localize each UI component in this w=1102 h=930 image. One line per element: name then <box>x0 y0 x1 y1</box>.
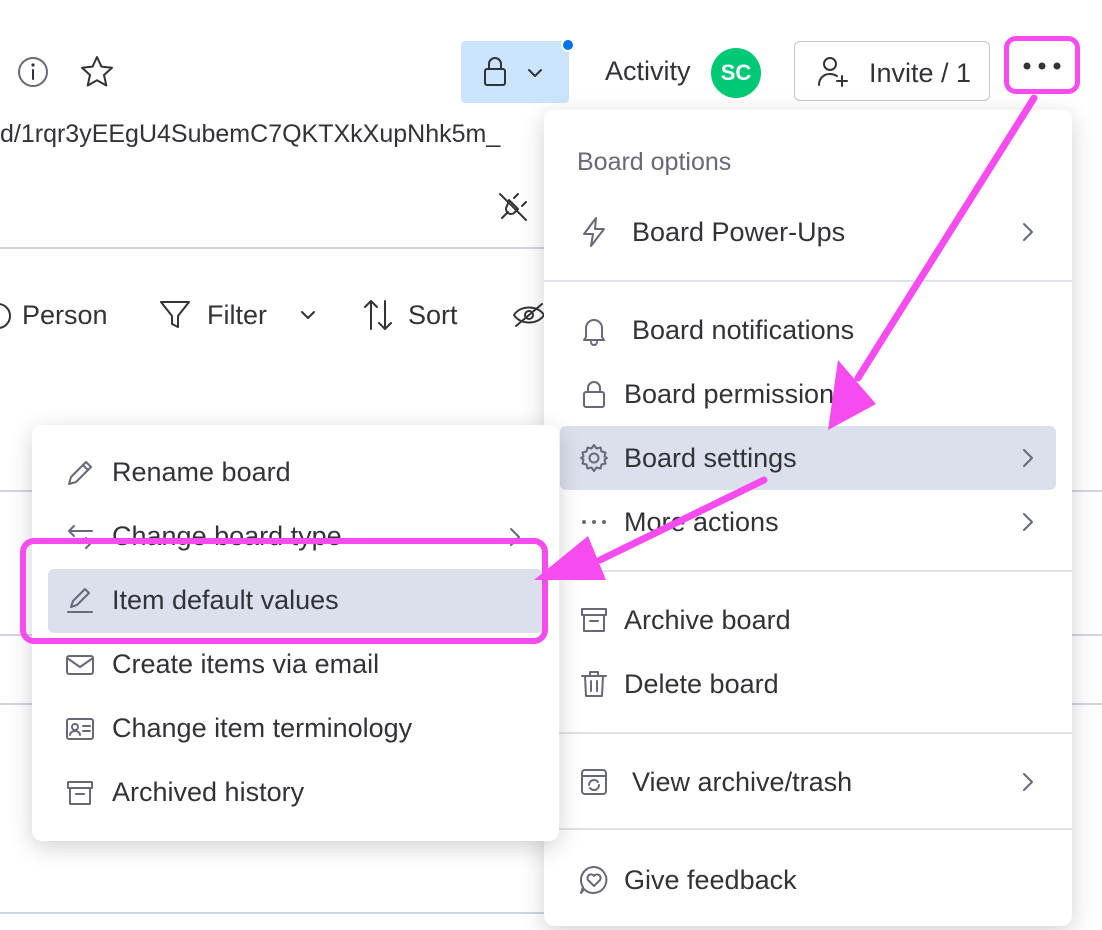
trash-icon <box>578 668 610 700</box>
menu-item-label: Give feedback <box>624 865 797 895</box>
highlight-annotation <box>20 538 548 644</box>
lock-icon <box>481 55 509 89</box>
table-divider <box>0 912 560 914</box>
menu-item-label: Board Power-Ups <box>632 217 846 247</box>
lock-icon <box>578 378 610 410</box>
submenu-item-archived-history[interactable]: Archived history <box>48 761 543 825</box>
menu-item-archive-board[interactable]: Archive board <box>560 588 1056 652</box>
menu-item-board-settings[interactable]: Board settings <box>560 426 1056 490</box>
board-options-button[interactable] <box>1004 36 1080 94</box>
table-divider <box>1072 703 1102 705</box>
menu-separator <box>544 280 1072 282</box>
submenu-item-change-item-terminology[interactable]: Change item terminology <box>48 697 543 761</box>
menu-header: Board options <box>577 148 732 176</box>
chevron-down-icon <box>525 63 545 83</box>
submenu-item-label: Archived history <box>112 777 305 807</box>
menu-item-board-notifications[interactable]: Board notifications <box>560 298 1056 362</box>
avatar[interactable]: SC <box>711 48 761 98</box>
archive-icon <box>578 604 610 636</box>
star-icon[interactable] <box>79 54 115 90</box>
add-user-icon <box>815 54 851 90</box>
chevron-right-icon <box>1014 768 1042 796</box>
menu-item-delete-board[interactable]: Delete board <box>560 652 1056 716</box>
lightning-icon <box>578 216 610 248</box>
integrations-icon[interactable] <box>496 190 530 224</box>
archive-box-icon <box>64 777 96 809</box>
board-url-text: d/1rqr3yEEgU4SubemC7QKTXkXupNhk5m_ <box>0 120 501 148</box>
menu-item-board-power-ups[interactable]: Board Power-Ups <box>560 200 1056 264</box>
id-card-icon <box>64 713 96 745</box>
menu-item-label: More actions <box>624 507 779 537</box>
submenu-item-label: Change item terminology <box>112 713 413 743</box>
filter-icon <box>158 298 192 332</box>
hide-icon[interactable] <box>512 302 546 328</box>
menu-item-label: Board permissions <box>624 379 848 409</box>
envelope-icon <box>64 649 96 681</box>
person-icon <box>0 300 20 332</box>
table-divider <box>1072 490 1102 492</box>
menu-item-label: Archive board <box>624 605 791 635</box>
dots-horizontal-icon <box>1022 61 1062 71</box>
activity-link[interactable]: Activity <box>605 56 691 87</box>
board-options-menu: Board options Board Power-Ups Board noti… <box>544 110 1072 926</box>
submenu-item-rename-board[interactable]: Rename board <box>48 441 543 505</box>
sort-button[interactable]: Sort <box>408 300 458 331</box>
gear-icon <box>578 442 610 474</box>
chevron-right-icon <box>1014 218 1042 246</box>
heart-chat-icon <box>578 864 610 896</box>
info-icon[interactable] <box>16 55 52 91</box>
menu-separator <box>544 732 1072 734</box>
dots-icon <box>578 506 610 538</box>
menu-separator <box>544 828 1072 830</box>
table-divider <box>1072 634 1102 636</box>
menu-item-label: Board settings <box>624 443 797 473</box>
menu-item-label: Board notifications <box>632 315 855 345</box>
invite-button[interactable]: Invite / 1 <box>794 41 990 101</box>
filter-button[interactable]: Filter <box>207 300 267 331</box>
invite-label: Invite / 1 <box>869 58 972 88</box>
bell-icon <box>578 314 610 346</box>
menu-item-label: View archive/trash <box>632 767 853 797</box>
menu-item-board-permissions[interactable]: Board permissions <box>560 362 1056 426</box>
chevron-down-icon[interactable] <box>298 305 318 325</box>
menu-item-more-actions[interactable]: More actions <box>560 490 1056 554</box>
menu-item-view-archive-trash[interactable]: View archive/trash <box>560 750 1056 814</box>
submenu-item-label: Rename board <box>112 457 291 487</box>
notification-dot <box>561 38 575 52</box>
pencil-icon <box>64 457 96 489</box>
header-divider <box>0 247 560 249</box>
archive-restore-icon <box>578 766 610 798</box>
chevron-right-icon <box>1014 444 1042 472</box>
person-filter-button[interactable]: Person <box>22 300 108 331</box>
sort-icon <box>362 298 394 332</box>
menu-separator <box>544 570 1072 572</box>
menu-item-label: Delete board <box>624 669 779 699</box>
submenu-item-label: Create items via email <box>112 649 380 679</box>
chevron-right-icon <box>1014 508 1042 536</box>
board-privacy-button[interactable] <box>461 41 569 103</box>
menu-item-give-feedback[interactable]: Give feedback <box>560 848 1056 912</box>
